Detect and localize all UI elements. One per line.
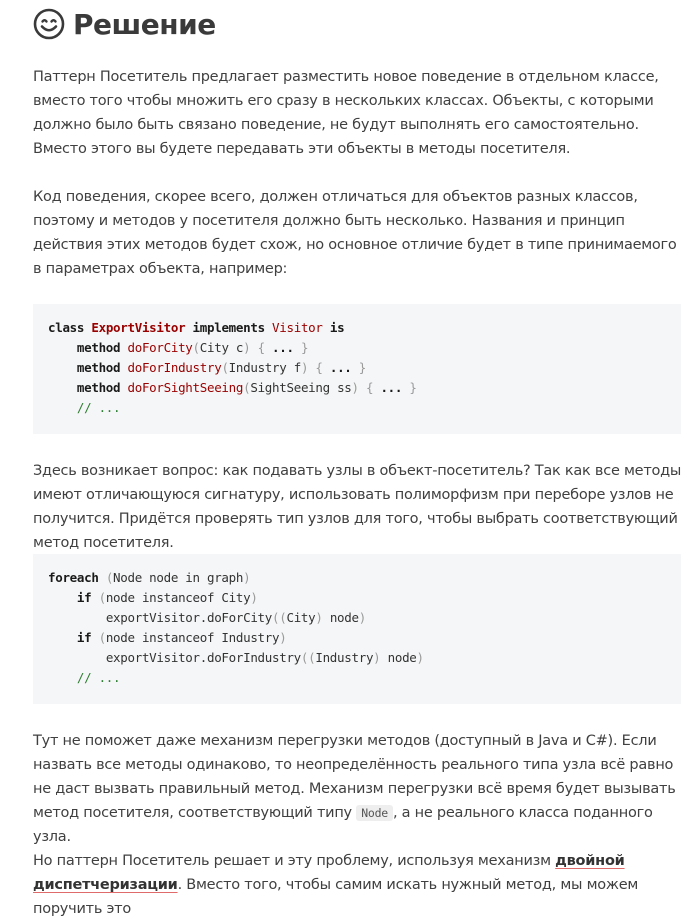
code-line: method doForCity(City c) { ... }: [76, 340, 309, 355]
code-line: exportVisitor.doForCity((City) node): [105, 610, 366, 625]
code-block-export-visitor: class ExportVisitor implements Visitor i…: [33, 304, 681, 434]
code-line: exportVisitor.doForIndustry((Industry) n…: [105, 650, 424, 665]
code-line: if (node instanceof Industry): [76, 630, 287, 645]
paragraph-intro: Паттерн Посетитель предлагает разместить…: [33, 69, 659, 157]
code-line: class ExportVisitor implements Visitor i…: [48, 320, 345, 335]
paragraph-overloading: Тут не поможет даже механизм перегрузки …: [33, 733, 676, 845]
code-line: // ...: [76, 400, 121, 415]
paragraph-question: Здесь возникает вопрос: как подавать узл…: [33, 463, 682, 551]
article-page: Решение Паттерн Посетитель предлагает ра…: [0, 0, 695, 917]
code-line: if (node instanceof City): [76, 590, 258, 605]
code-block-foreach: foreach (Node node in graph) if (node in…: [33, 554, 681, 704]
code-line: // ...: [76, 670, 121, 685]
paragraph-behavior: Код поведения, скорее всего, должен отли…: [33, 189, 677, 277]
smiley-face-icon: [33, 8, 65, 40]
section-title: Решение: [73, 7, 216, 41]
paragraph-double-dispatch: Но паттерн Посетитель решает и эту пробл…: [33, 853, 639, 917]
inline-code-node: Node: [356, 805, 393, 821]
code-line: method doForIndustry(Industry f) { ... }: [76, 360, 366, 375]
code-line: foreach (Node node in graph): [48, 570, 251, 585]
code-line: method doForSightSeeing(SightSeeing ss) …: [76, 380, 417, 395]
section-heading: Решение: [33, 4, 216, 44]
